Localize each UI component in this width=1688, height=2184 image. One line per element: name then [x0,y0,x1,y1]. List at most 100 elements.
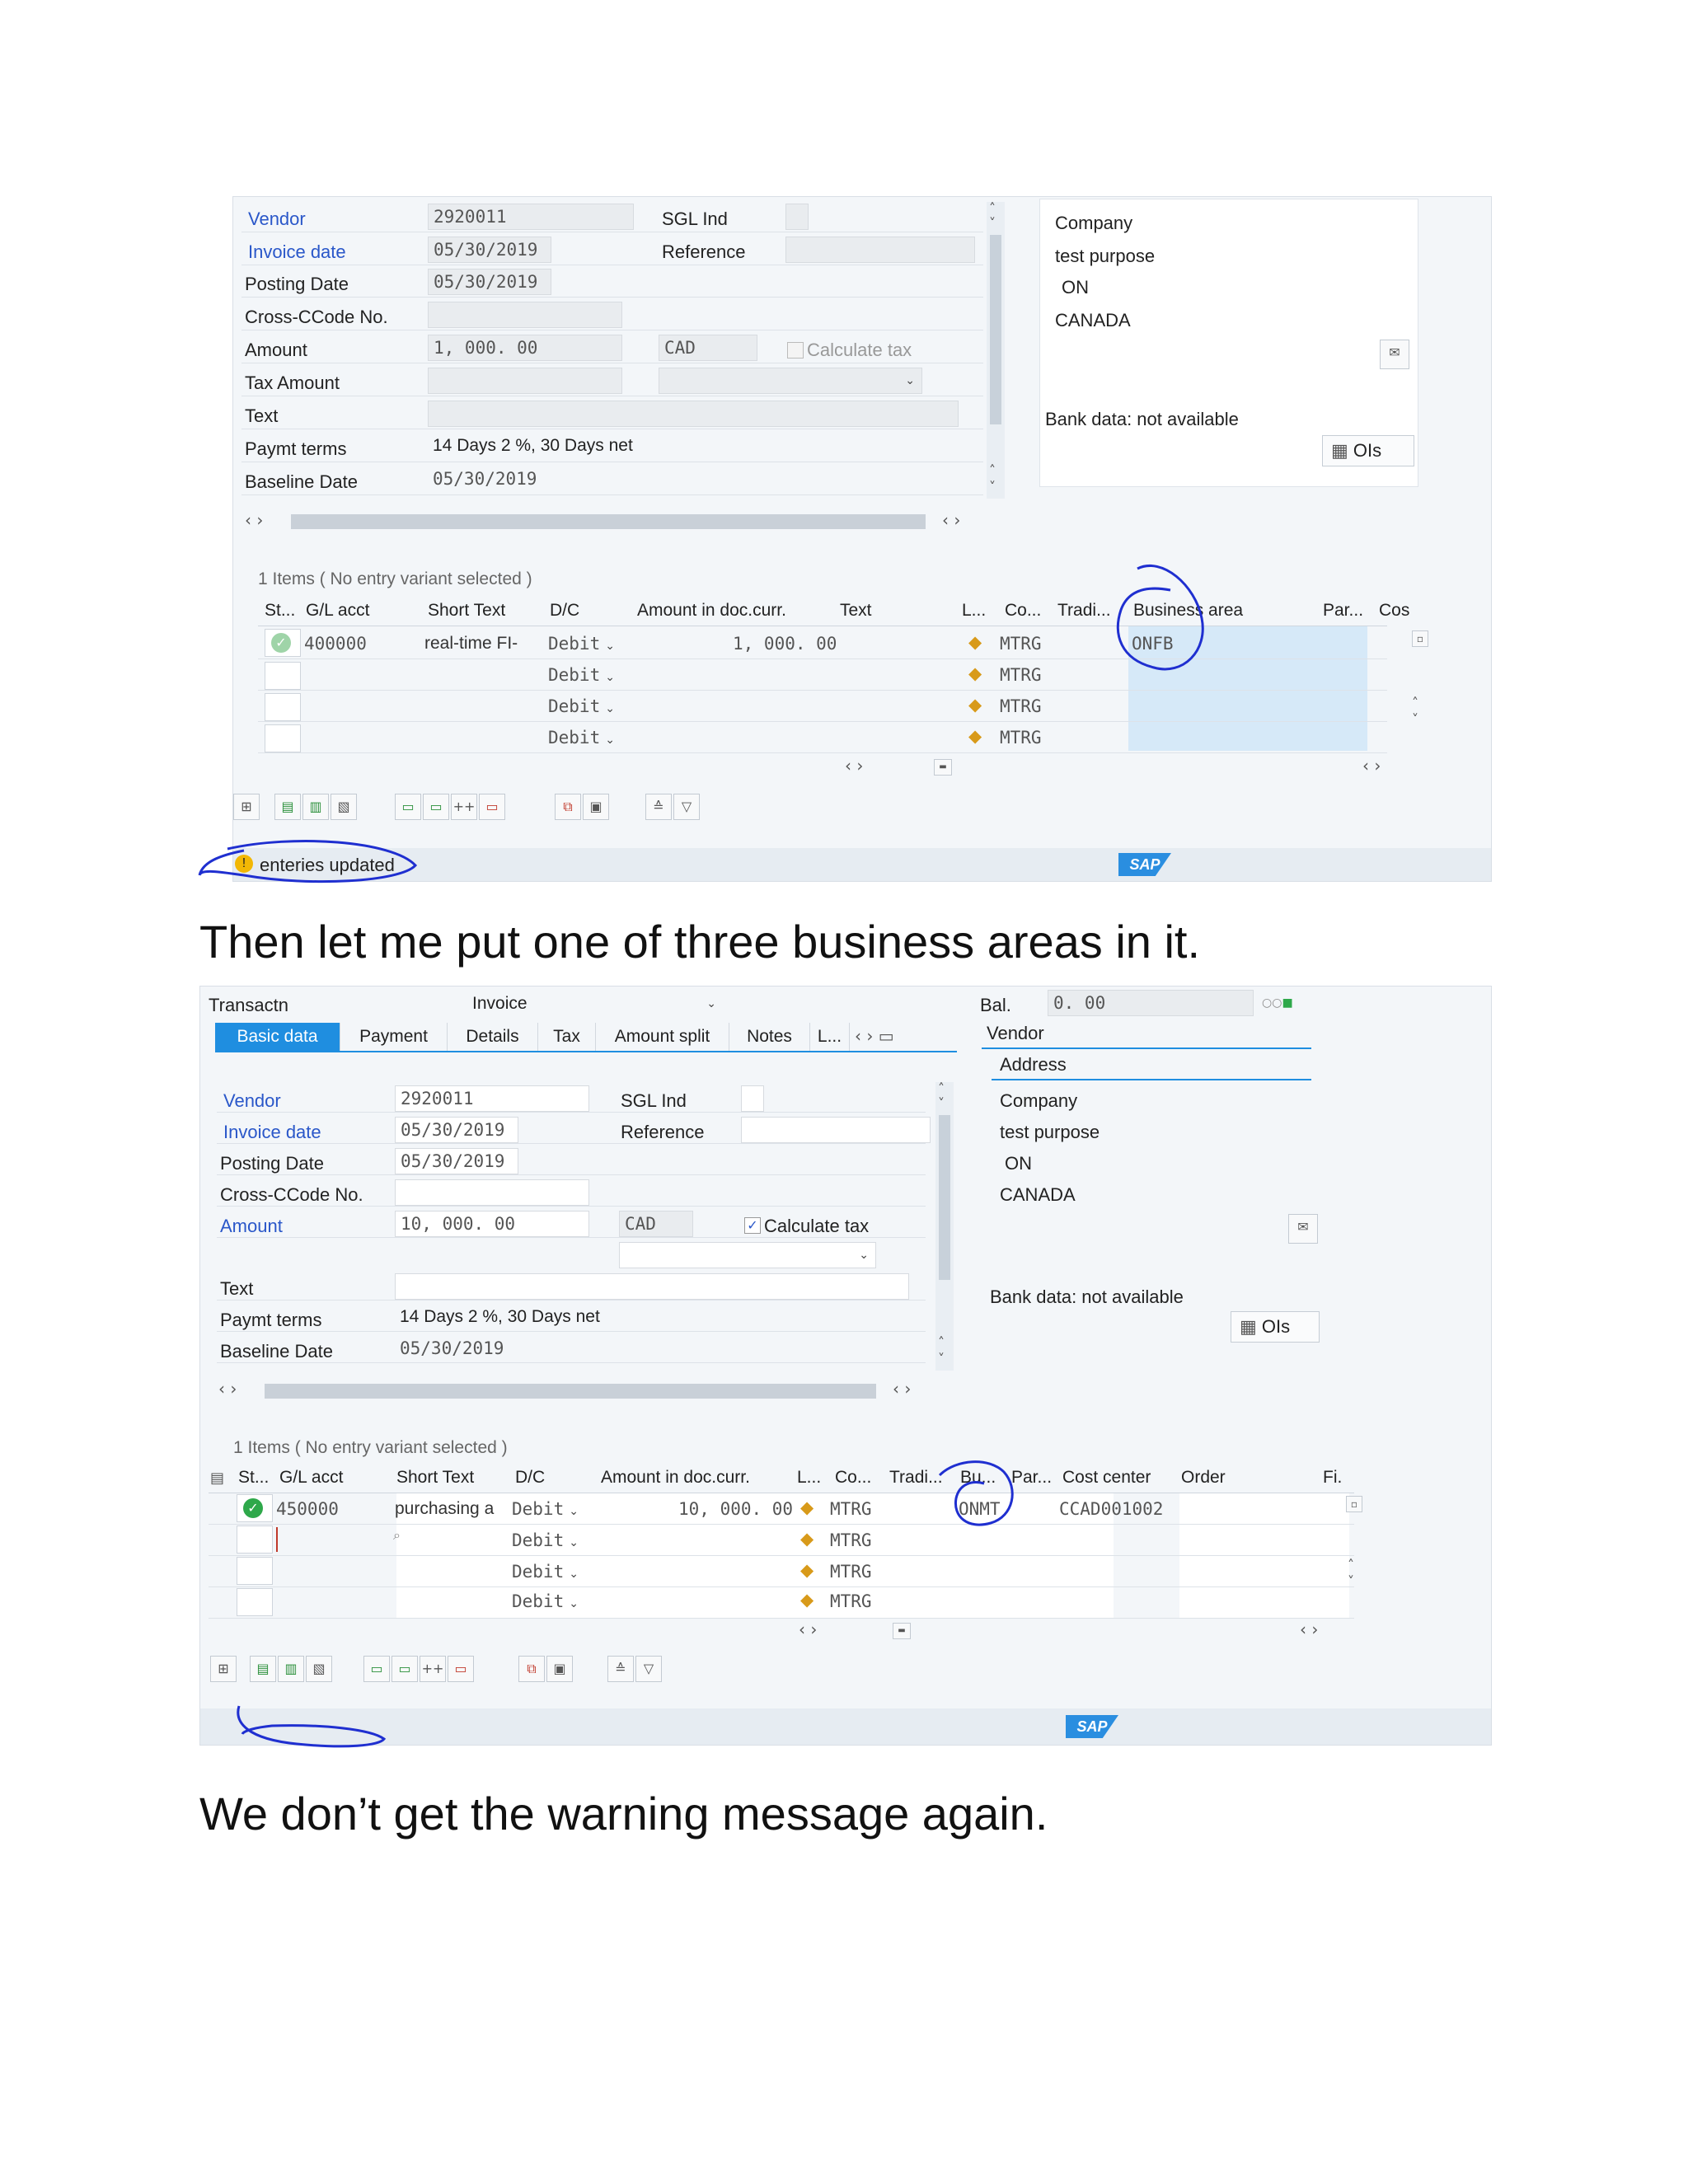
col-co[interactable]: Co... [1005,601,1041,621]
text-field-2[interactable] [395,1273,909,1300]
tax-amount-field[interactable] [428,368,622,394]
toolbar-btn-3b[interactable]: ▥ [278,1656,304,1682]
col-order-2[interactable]: Order [1181,1468,1226,1488]
reference-field-2[interactable] [741,1117,931,1143]
amount-field[interactable]: 1, 000. 00 [428,335,622,361]
toolbar-btn-10[interactable]: ▣ [583,794,609,820]
row2-co[interactable]: MTRG [1000,665,1042,685]
toolbar-btn-9b[interactable]: ⧉ [518,1656,545,1682]
row2-dc-2[interactable]: Debit ⌄ [512,1530,579,1550]
row4-co-2[interactable]: MTRG [830,1591,872,1611]
text-field[interactable] [428,401,959,427]
tab-payment[interactable]: Payment [340,1023,448,1051]
header-hscroll[interactable] [291,514,926,529]
col-short-text-2[interactable]: Short Text [396,1468,474,1488]
ois-button[interactable]: ▦ OIs [1322,435,1414,466]
table-hscroll-left-icon-2[interactable]: ‹ › [799,1619,817,1639]
tab-basic-data[interactable]: Basic data [215,1023,340,1051]
row1-dc[interactable]: Debit ⌄ [548,634,615,654]
toolbar-btn-8[interactable]: ▭ [479,794,505,820]
col-gl-acct-2[interactable]: G/L acct [279,1468,343,1488]
person-card-icon-2[interactable]: ✉ [1288,1214,1318,1244]
sgl-ind-field-2[interactable] [741,1085,764,1112]
row3-dc[interactable]: Debit ⌄ [548,696,615,716]
toolbar-btn-12b[interactable]: ▽ [635,1656,662,1682]
tab-scroll-icon[interactable]: ‹ › ▭ [855,1026,894,1046]
row1-business-area[interactable]: ONFB [1132,634,1174,654]
col-amount-2[interactable]: Amount in doc.curr. [601,1468,750,1488]
scroll-up-icon[interactable]: ˄ [989,200,996,216]
toolbar-btn-11b[interactable]: ≙ [607,1656,634,1682]
paymt-terms-field[interactable]: 14 Days 2 %, 30 Days net [428,434,774,460]
toolbar-btn-9[interactable]: ⧉ [555,794,581,820]
header-hscroll-2[interactable] [265,1384,876,1399]
tax-code-select-2[interactable]: ⌄ [619,1242,876,1268]
ois-button-2[interactable]: ▦ OIs [1231,1311,1320,1343]
address-tab[interactable]: Address [1000,1054,1067,1076]
row2-select[interactable] [265,662,301,690]
posting-date-field[interactable]: 05/30/2019 [428,269,551,295]
row1-gl[interactable]: 400000 [304,634,367,654]
row2-dc[interactable]: Debit ⌄ [548,665,615,685]
row3-dc-2[interactable]: Debit ⌄ [512,1562,579,1582]
row1-co[interactable]: MTRG [1000,634,1042,654]
col-tradi-2[interactable]: Tradi... [889,1468,943,1488]
invoice-date-field[interactable]: 05/30/2019 [428,237,551,263]
row4-dc[interactable]: Debit ⌄ [548,728,615,748]
table-hscroll-right-icon-2[interactable]: ‹ › [1300,1619,1318,1639]
row4-co[interactable]: MTRG [1000,728,1042,748]
toolbar-btn-1b[interactable]: ⊞ [210,1656,237,1682]
tab-tax[interactable]: Tax [538,1023,596,1051]
table-hscroll-right-icon[interactable]: ‹ › [1362,756,1381,776]
col-status[interactable]: St... [265,601,295,621]
toolbar-icons[interactable]: ⊞ [233,794,260,820]
vendor-tab[interactable]: Vendor [987,1023,1044,1044]
scroll-down-icon[interactable]: ˅ [989,215,996,231]
tab-more[interactable]: L... [810,1023,850,1051]
posting-date-field-2[interactable]: 05/30/2019 [395,1148,518,1174]
tab-notes[interactable]: Notes [729,1023,810,1051]
toolbar-btn-7[interactable]: ++ [451,794,477,820]
col-status-2[interactable]: St... [238,1468,269,1488]
col-dc-2[interactable]: D/C [515,1468,545,1488]
toolbar-btn-5b[interactable]: ▭ [363,1656,390,1682]
col-business-area[interactable]: Business area [1133,601,1243,621]
toolbar-btn-12[interactable]: ▽ [673,794,700,820]
table-scroll-down-icon-2[interactable]: ˅ [1348,1573,1354,1589]
row2-short-text-search-icon[interactable]: ⌕ [393,1527,401,1544]
toolbar-btn-3[interactable]: ▥ [302,794,329,820]
col-tradi[interactable]: Tradi... [1057,601,1111,621]
calculate-tax-checkbox-2[interactable]: ✓ [744,1217,761,1234]
row1-gl-2[interactable]: 450000 [276,1499,339,1519]
toolbar-btn-2[interactable]: ▤ [274,794,301,820]
col-bu-2[interactable]: Bu... [960,1468,996,1488]
toolbar-btn-2b[interactable]: ▤ [250,1656,276,1682]
row1-short-text[interactable]: real-time FI- [424,634,518,654]
currency-field[interactable]: CAD [659,335,757,361]
col-par[interactable]: Par... [1323,601,1363,621]
scroll-left-icon-2[interactable]: ‹ › [218,1379,237,1399]
row1-amount-2[interactable]: 10, 000. 00 [678,1499,793,1519]
toolbar-btn-6b[interactable]: ▭ [392,1656,418,1682]
header-vscroll[interactable]: ˄ ˅ ˄ ˅ [987,200,1005,499]
row1-bu-2[interactable]: ONMT [959,1499,1001,1519]
col-cost-center-2[interactable]: Cost center [1062,1468,1151,1488]
col-short-text[interactable]: Short Text [428,601,505,621]
toolbar-btn-4b[interactable]: ▧ [306,1656,332,1682]
col-co-2[interactable]: Co... [835,1468,871,1488]
toolbar-btn-8b[interactable]: ▭ [448,1656,474,1682]
row3-select[interactable] [265,693,301,721]
toolbar-btn-11[interactable]: ≙ [645,794,672,820]
row2-co-2[interactable]: MTRG [830,1530,872,1550]
col-fi-2[interactable]: Fi. [1323,1468,1342,1488]
cross-ccode-field[interactable] [428,302,622,328]
row1-co-2[interactable]: MTRG [830,1499,872,1519]
toolbar-btn-10b[interactable]: ▣ [546,1656,573,1682]
reference-field[interactable] [785,237,975,263]
col-l[interactable]: L... [962,601,986,621]
tax-code-select[interactable]: ⌄ [659,368,922,394]
row3-co[interactable]: MTRG [1000,696,1042,716]
scroll-right-icon[interactable]: ‹ › [942,510,960,530]
row4-select-2[interactable] [237,1588,273,1616]
col-cos[interactable]: Cos [1379,601,1409,621]
